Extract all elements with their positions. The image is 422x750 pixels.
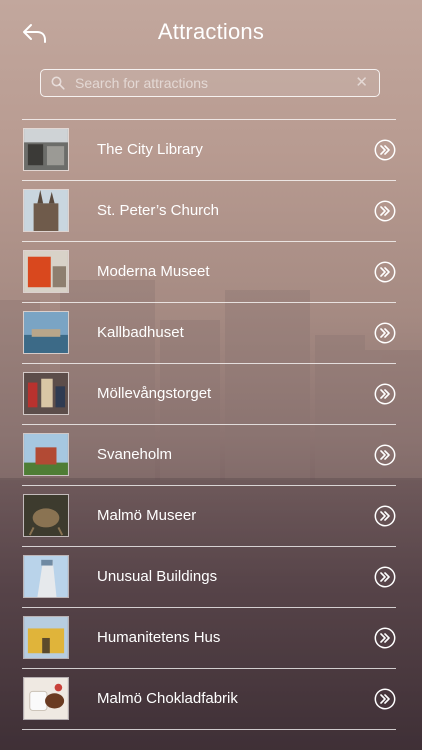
attraction-row[interactable]: Möllevångstorget <box>22 364 396 425</box>
search-input[interactable] <box>75 70 345 95</box>
attraction-row[interactable]: Humanitetens Hus <box>22 608 396 669</box>
attraction-thumbnail <box>23 433 69 476</box>
header-bar: Attractions <box>0 0 422 64</box>
chevron-right-icon[interactable] <box>374 322 396 344</box>
chevron-right-icon[interactable] <box>374 566 396 588</box>
attraction-thumbnail <box>23 372 69 415</box>
chevron-right-icon[interactable] <box>374 139 396 161</box>
attraction-row[interactable]: Moderna Museet <box>22 242 396 303</box>
attraction-thumbnail <box>23 128 69 171</box>
chevron-right-icon[interactable] <box>374 444 396 466</box>
attraction-name: The City Library <box>97 141 203 158</box>
attraction-row[interactable]: Kallbadhuset <box>22 303 396 364</box>
attraction-name: Humanitetens Hus <box>97 629 221 646</box>
chevron-right-icon[interactable] <box>374 627 396 649</box>
attraction-thumbnail <box>23 250 69 293</box>
attraction-row[interactable]: The City Library <box>22 120 396 181</box>
attraction-name: Malmö Museer <box>97 507 197 524</box>
attraction-row[interactable]: Malmö Museer <box>22 486 396 547</box>
chevron-right-icon[interactable] <box>374 200 396 222</box>
attraction-row[interactable]: Unusual Buildings <box>22 547 396 608</box>
attractions-list: The City Library St. Peter’s Church Mode… <box>22 119 396 730</box>
page-title: Attractions <box>157 19 265 44</box>
chevron-right-icon[interactable] <box>374 383 396 405</box>
attraction-name: Unusual Buildings <box>97 568 218 585</box>
attraction-thumbnail <box>23 311 69 354</box>
attraction-thumbnail <box>23 494 69 537</box>
chevron-right-icon[interactable] <box>374 688 396 710</box>
attraction-row[interactable]: St. Peter’s Church <box>22 181 396 242</box>
attraction-name: Malmö Chokladfabrik <box>97 690 238 707</box>
attraction-thumbnail <box>23 677 69 720</box>
attraction-row[interactable]: Svaneholm <box>22 425 396 486</box>
attraction-name: Möllevångstorget <box>97 385 212 402</box>
search-icon <box>51 76 65 90</box>
attraction-thumbnail <box>23 616 69 659</box>
attraction-thumbnail <box>23 555 69 598</box>
clear-search-button[interactable]: ✕ <box>355 74 368 92</box>
attraction-name: Kallbadhuset <box>97 324 184 341</box>
chevron-right-icon[interactable] <box>374 261 396 283</box>
chevron-right-icon[interactable] <box>374 505 396 527</box>
attraction-thumbnail <box>23 189 69 232</box>
search-bar[interactable]: ✕ <box>40 69 380 97</box>
attraction-name: St. Peter’s Church <box>97 202 219 219</box>
attraction-name: Svaneholm <box>97 446 173 463</box>
attraction-row[interactable]: Malmö Chokladfabrik <box>22 669 396 730</box>
attraction-name: Moderna Museet <box>97 263 210 280</box>
